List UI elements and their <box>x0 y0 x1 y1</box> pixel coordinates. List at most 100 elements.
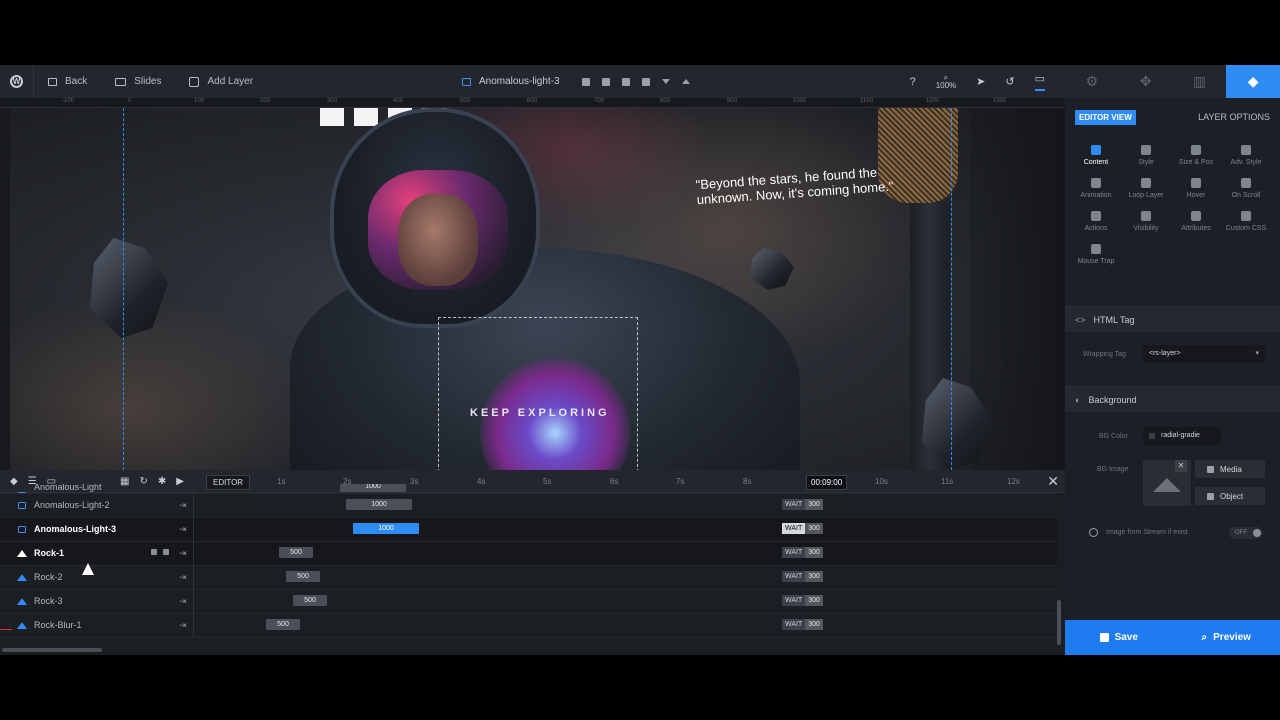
hover-option[interactable]: Hover <box>1171 178 1221 199</box>
keep-exploring-text[interactable]: KEEP EXPLORING <box>470 407 610 419</box>
timing-bar[interactable]: 1000 <box>340 484 406 492</box>
delete-icon[interactable] <box>601 77 610 86</box>
back-button[interactable]: Back <box>34 65 101 98</box>
object-label: Object <box>1220 491 1244 501</box>
background-section[interactable]: ◐ Background <box>1065 386 1280 412</box>
timeline-row[interactable]: Anomalous-Light-2 ⇥ 1000 WAIT 300 <box>0 494 1057 518</box>
top-toolbar: W Back Slides Add Layer Anomalous-light-… <box>0 65 1065 98</box>
selected-layer-title[interactable]: Anomalous-light-3 <box>462 65 690 98</box>
timing-bar[interactable]: 500 <box>266 619 300 630</box>
timeline-row[interactable]: Rock-1 ⇥ 500 WAIT 300 <box>0 542 1057 566</box>
remove-image-icon[interactable]: ✕ <box>1175 460 1187 472</box>
lock-icon[interactable] <box>621 77 630 86</box>
undo-icon[interactable]: ↺ <box>1005 75 1014 88</box>
settings-gear-tab[interactable]: ⚙ <box>1065 65 1119 98</box>
animation-option[interactable]: Animation <box>1071 178 1121 199</box>
mouse-trap-option[interactable]: Mouse Trap <box>1071 244 1121 265</box>
timing-bar[interactable]: 1000 <box>353 523 419 534</box>
lock-icon[interactable] <box>151 549 157 555</box>
timeline-row[interactable]: Anomalous-Light 1000 <box>0 484 1057 494</box>
wait-control[interactable]: WAIT 300 <box>782 619 823 630</box>
ruler-mark: 600 <box>527 98 538 104</box>
end-icon[interactable]: ⇥ <box>179 620 187 631</box>
eye-icon[interactable] <box>163 549 169 555</box>
timeline-horizontal-scrollbar[interactable] <box>2 648 102 652</box>
ruler-mark: 0 <box>128 98 132 104</box>
actions-option[interactable]: Actions <box>1071 211 1121 232</box>
ruler-mark: 1000 <box>793 98 807 104</box>
object-button[interactable]: Object <box>1195 487 1265 505</box>
move-down-icon[interactable] <box>661 79 670 84</box>
timeline-vertical-scrollbar[interactable] <box>1057 600 1061 645</box>
wait-value: 300 <box>805 499 823 510</box>
row-divider <box>193 542 194 566</box>
timeline-row-selected[interactable]: Anomalous-Light-3 ⇥ 1000 WAIT 300 <box>0 518 1057 542</box>
visibility-icon[interactable] <box>641 77 650 86</box>
slide-canvas[interactable]: KEEP EXPLORING "Beyond the stars, he fou… <box>10 108 1065 470</box>
layer-options-tab[interactable]: ◆ <box>1226 65 1280 98</box>
timing-bar[interactable]: 1000 <box>346 499 412 510</box>
timing-bar[interactable]: 500 <box>293 595 327 606</box>
bg-color-picker[interactable]: radial-gradie <box>1143 427 1221 445</box>
wordpress-logo[interactable]: W <box>0 65 34 98</box>
wait-control[interactable]: WAIT 300 <box>782 523 823 534</box>
option-label: Style <box>1138 159 1154 166</box>
editor-view-button[interactable]: EDITOR VIEW <box>1075 110 1136 125</box>
media-button[interactable]: Media <box>1195 460 1265 478</box>
option-label: Size & Pos <box>1178 159 1214 166</box>
astronaut-helmet[interactable] <box>330 108 540 328</box>
help-icon[interactable]: ? <box>910 76 916 88</box>
preview-button[interactable]: ⌕ Preview <box>1173 632 1280 643</box>
slide-options-tab[interactable]: ▥ <box>1173 65 1227 98</box>
zoom-control[interactable]: ⌕ 100% <box>936 73 956 90</box>
end-icon[interactable]: ⇥ <box>179 500 187 511</box>
timing-bar[interactable]: 500 <box>286 571 320 582</box>
end-icon[interactable]: ⇥ <box>179 572 187 583</box>
timing-bar[interactable]: 500 <box>279 547 313 558</box>
size-pos-option[interactable]: Size & Pos <box>1171 145 1221 166</box>
custom-css-option[interactable]: Custom CSS <box>1221 211 1271 232</box>
desktop-view-icon[interactable]: ▭ <box>1034 72 1045 91</box>
end-icon[interactable]: ⇥ <box>179 596 187 607</box>
duplicate-icon[interactable] <box>581 77 590 86</box>
media-icon <box>1207 465 1214 473</box>
scroll-icon <box>1241 178 1251 188</box>
add-layer-button[interactable]: Add Layer <box>175 65 267 98</box>
wait-control[interactable]: WAIT 300 <box>782 571 823 582</box>
wait-control[interactable]: WAIT 300 <box>782 595 823 606</box>
end-icon[interactable]: ⇥ <box>179 548 187 559</box>
wait-label: WAIT <box>782 595 806 606</box>
visibility-option[interactable]: Visibility <box>1121 211 1171 232</box>
stream-toggle[interactable]: OFF <box>1229 527 1263 539</box>
slides-button[interactable]: Slides <box>101 65 175 98</box>
layer-selection-box[interactable] <box>438 317 638 470</box>
on-scroll-option[interactable]: On Scroll <box>1221 178 1271 199</box>
paint-icon: ◐ <box>1075 394 1081 405</box>
option-label: Visibility <box>1133 225 1159 232</box>
wrapping-tag-select[interactable]: <rs-layer> <box>1143 345 1265 363</box>
timeline-row[interactable]: Rock-2 ⇥ 500 WAIT 300 <box>0 566 1057 590</box>
pointer-icon[interactable]: ➤ <box>976 75 985 88</box>
wrapping-tag-label: Wrapping Tag <box>1083 351 1126 358</box>
timeline-row[interactable]: Rock-3 ⇥ 500 WAIT 300 <box>0 590 1057 614</box>
html-tag-section[interactable]: <> HTML Tag <box>1065 306 1280 332</box>
hand-icon <box>1091 211 1101 221</box>
content-option[interactable]: Content <box>1071 145 1121 166</box>
vertical-ruler <box>0 108 10 470</box>
move-up-icon[interactable] <box>681 79 690 84</box>
adv-style-option[interactable]: Adv. Style <box>1221 145 1271 166</box>
timeline-row[interactable]: Rock-Blur-1 ⇥ 500 WAIT 300 <box>0 614 1057 638</box>
wait-control[interactable]: WAIT 300 <box>782 547 823 558</box>
end-icon[interactable]: ⇥ <box>179 524 187 535</box>
row-name: Anomalous-Light <box>34 484 102 492</box>
save-button[interactable]: Save <box>1065 632 1173 643</box>
loop-layer-option[interactable]: Loop Layer <box>1121 178 1171 199</box>
attributes-option[interactable]: Attributes <box>1171 211 1221 232</box>
wait-value: 300 <box>805 571 823 582</box>
section-title: HTML Tag <box>1093 314 1135 325</box>
wait-control[interactable]: WAIT 300 <box>782 499 823 510</box>
preview-label: Preview <box>1213 632 1251 643</box>
style-option[interactable]: Style <box>1121 145 1171 166</box>
ruler-mark: 200 <box>260 98 271 104</box>
navigation-tab[interactable]: ✥ <box>1119 65 1173 98</box>
